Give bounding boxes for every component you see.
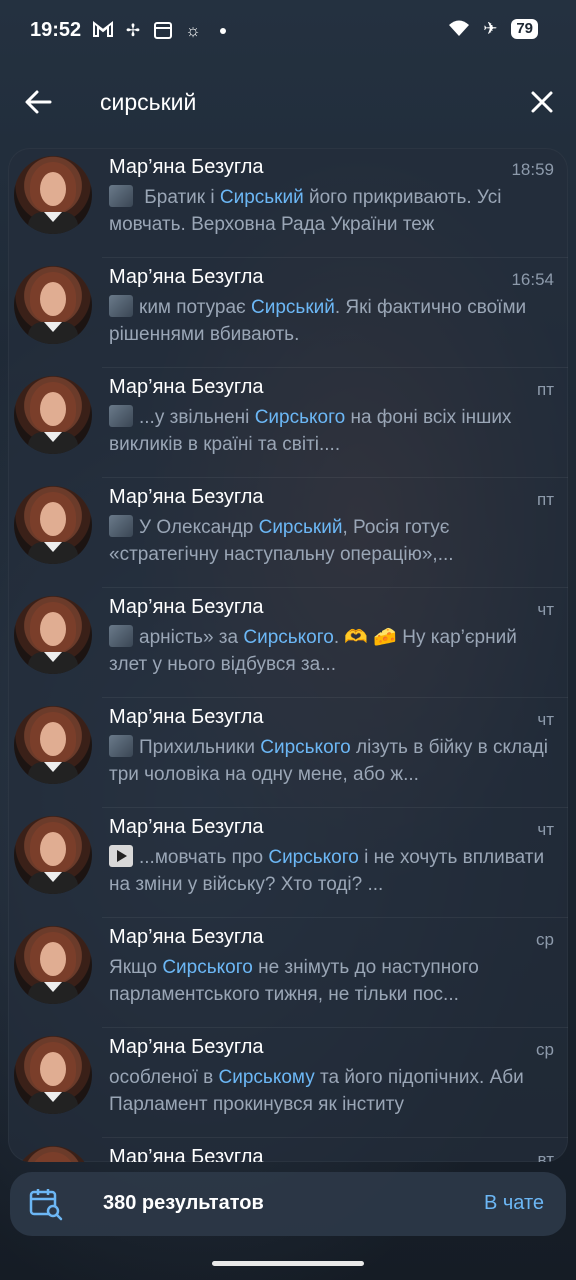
snippet-text: особленої в [109, 1067, 219, 1088]
search-input[interactable] [100, 84, 500, 120]
search-highlight: Сирського [162, 957, 253, 978]
photo-thumbnail [109, 625, 133, 647]
message-snippet: ким потурає Сирський. Які фактично своїм… [109, 294, 555, 350]
wifi-icon [447, 18, 470, 40]
avatar [14, 1036, 92, 1114]
search-highlight: Сирського [243, 627, 334, 648]
search-bottom-bar: 380 результатов В чате [10, 1172, 566, 1236]
search-highlight: Сирський [251, 297, 335, 318]
snippet-text: ...у звільнені [139, 407, 255, 428]
snippet-text: Братик і [139, 187, 220, 208]
more-notifications-dot [220, 28, 226, 34]
search-result-row[interactable]: Мар’яна Безугла чт ...мовчать про Сирськог… [8, 808, 568, 918]
search-result-row[interactable]: Мар’яна Безугла 18:59 Братик і Сирський й… [8, 148, 568, 258]
message-snippet: Прихильники Сирського лізуть в бійку в с… [109, 734, 555, 790]
sender-name: Мар’яна Безугла [109, 156, 264, 178]
message-snippet: Якщо Сирського не знімуть до наступного … [109, 954, 555, 1010]
search-results-list[interactable]: Мар’яна Безугла 18:59 Братик і Сирський й… [8, 148, 568, 1162]
message-date: вт [537, 1150, 554, 1162]
message-snippet: особленої в Сирському та його підопічних… [109, 1064, 555, 1120]
sender-name: Мар’яна Безугла [109, 596, 264, 618]
arrow-left-icon [25, 90, 52, 114]
video-thumbnail-icon [109, 845, 133, 867]
search-result-row[interactable]: Мар’яна Безугла ср Якщо Сирського не зніму… [8, 918, 568, 1028]
avatar [14, 816, 92, 894]
avatar [14, 376, 92, 454]
snippet-text: Якщо [109, 957, 163, 978]
search-result-row[interactable]: Мар’яна Безугла 16:54 ким потурає Сирський… [8, 258, 568, 368]
snippet-text: ким потурає [139, 297, 252, 318]
message-date: ср [536, 1040, 554, 1059]
search-highlight: Сирський [258, 517, 343, 538]
snippet-text: Прихильники [139, 737, 261, 758]
bug-icon: ☼ [185, 21, 201, 40]
message-snippet: ...у звільнені Сирського на фоні всіх ін… [109, 404, 555, 460]
search-highlight: Сирського [254, 407, 346, 428]
airplane-icon: ✈ [483, 19, 498, 38]
message-date: 18:59 [511, 160, 554, 179]
battery-indicator: 79 [511, 19, 538, 39]
search-result-row[interactable]: Мар’яна Безугла ср особленої в Сирському т… [8, 1028, 568, 1138]
search-header [0, 62, 576, 142]
photo-thumbnail [109, 185, 133, 207]
message-snippet: ...мовчать про Сирського і не хочуть впл… [109, 844, 555, 900]
gmail-icon [92, 20, 114, 42]
message-snippet: Братик і Сирський його прикривають. Усі … [109, 184, 555, 240]
status-bar: 19:52 ✢ ☼ ✈ 79 [0, 0, 576, 62]
message-date: ср [536, 930, 554, 949]
search-highlight: Сирського [260, 737, 351, 758]
photo-thumbnail [109, 515, 133, 537]
search-result-row[interactable]: Мар’яна Безугла пт У Олександр Сирський, Р… [8, 478, 568, 588]
message-date: чт [537, 820, 554, 839]
search-highlight: Сирський [219, 187, 304, 208]
sender-name: Мар’яна Безугла [109, 266, 264, 288]
calendar-search-icon [29, 1189, 63, 1221]
snippet-text: У Олександр [139, 517, 259, 538]
message-date: чт [537, 710, 554, 729]
snippet-text: ...мовчать про [139, 847, 269, 868]
search-highlight: Сирському [218, 1067, 315, 1088]
fan-icon: ✢ [125, 21, 141, 40]
sender-name: Мар’яна Безугла [109, 1036, 264, 1058]
avatar [14, 926, 92, 1004]
in-chat-button[interactable]: В чате [484, 1192, 544, 1215]
sender-name: Мар’яна Безугла [109, 706, 264, 728]
home-indicator[interactable] [212, 1261, 364, 1266]
search-result-row[interactable]: Мар’яна Безугла чт арність» за Сирського. … [8, 588, 568, 698]
close-icon [531, 91, 553, 113]
message-date: чт [537, 600, 554, 619]
avatar [14, 596, 92, 674]
clear-search-button[interactable] [524, 84, 560, 120]
search-result-row[interactable]: Мар’яна Безугла пт ...у звільнені Сирськог… [8, 368, 568, 478]
results-count: 380 результатов [103, 1192, 264, 1214]
search-result-row[interactable]: Мар’яна Безугла вт [8, 1138, 568, 1162]
sender-name: Мар’яна Безугла [109, 376, 264, 398]
sender-name: Мар’яна Безугла [109, 486, 264, 508]
message-date: пт [537, 380, 554, 399]
message-date: пт [537, 490, 554, 509]
sender-name: Мар’яна Безугла [109, 926, 264, 948]
photo-thumbnail [109, 405, 133, 427]
sender-name: Мар’яна Безугла [109, 816, 264, 838]
sender-name: Мар’яна Безугла [109, 1146, 264, 1162]
back-button[interactable] [20, 84, 56, 120]
calendar-search-button[interactable] [28, 1186, 64, 1222]
system-icons: ✈ 79 [447, 18, 538, 40]
avatar [14, 266, 92, 344]
photo-thumbnail [109, 735, 133, 757]
search-result-row[interactable]: Мар’яна Безугла чт Прихильники Сирського л… [8, 698, 568, 808]
avatar [14, 156, 92, 234]
search-highlight: Сирського [268, 847, 359, 868]
notification-icons: ✢ ☼ [92, 20, 226, 42]
calendar-small-icon [152, 20, 174, 42]
status-time: 19:52 [30, 19, 82, 41]
message-snippet: У Олександр Сирський, Росія готує «страт… [109, 514, 555, 570]
avatar [14, 1146, 92, 1162]
avatar [14, 706, 92, 784]
photo-thumbnail [109, 295, 133, 317]
message-snippet: арність» за Сирського. 🫶 🧀 Ну кар’єрний … [109, 624, 555, 680]
message-date: 16:54 [511, 270, 554, 289]
snippet-text: арність» за [139, 627, 244, 648]
avatar [14, 486, 92, 564]
